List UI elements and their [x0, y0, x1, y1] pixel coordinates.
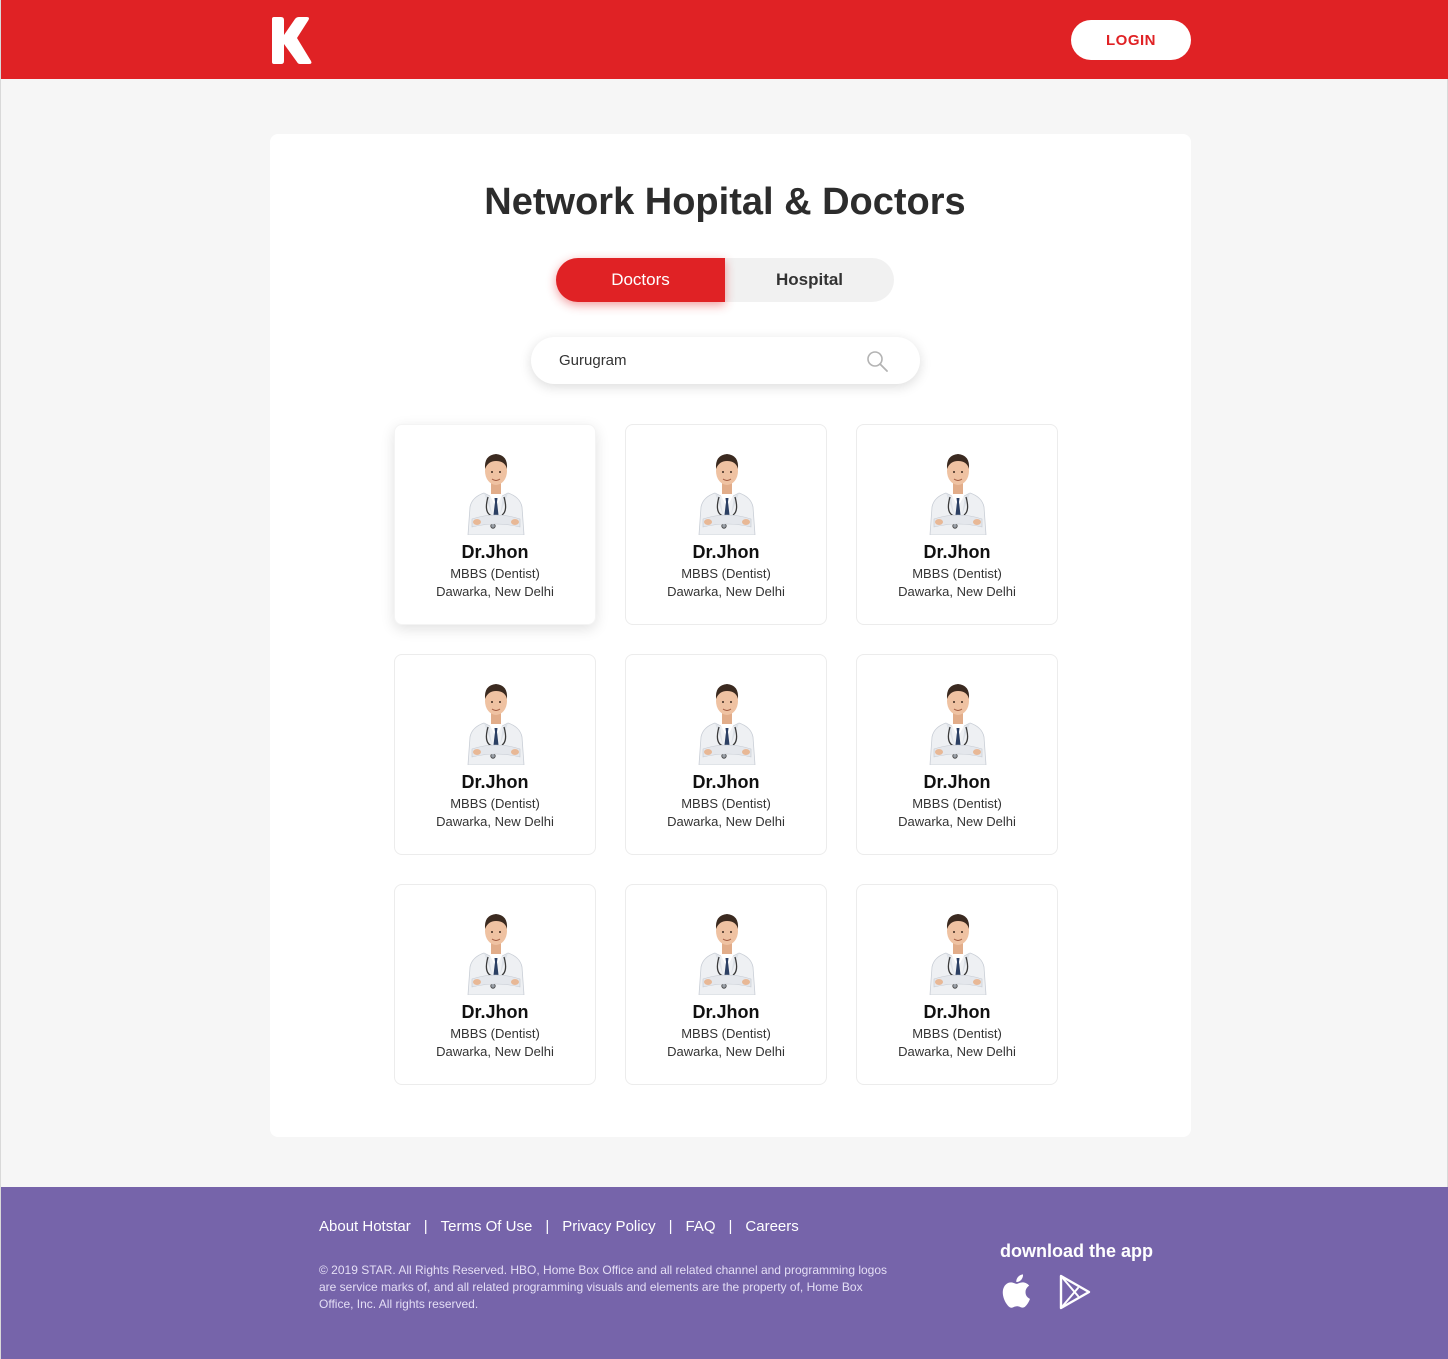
doctor-degree: MBBS (Dentist)	[450, 1026, 540, 1041]
footer-link-careers[interactable]: Careers	[745, 1218, 798, 1235]
doctor-photo	[467, 914, 525, 995]
search-box	[531, 337, 920, 384]
doctor-name: Dr.Jhon	[461, 1002, 529, 1022]
login-button[interactable]: LOGIN	[1071, 20, 1191, 60]
tab-doctors[interactable]: Doctors	[556, 258, 725, 302]
footer-separator: |	[545, 1218, 550, 1235]
footer-link-privacy[interactable]: Privacy Policy	[562, 1218, 655, 1235]
k-logo[interactable]: K	[271, 17, 313, 65]
doctor-name: Dr.Jhon	[923, 1002, 991, 1022]
doctor-degree: MBBS (Dentist)	[912, 1026, 1002, 1041]
search-input[interactable]	[559, 337, 859, 384]
doctor-name: Dr.Jhon	[461, 772, 529, 792]
doctor-name: Dr.Jhon	[692, 1002, 760, 1022]
doctor-location: Dawarka, New Delhi	[898, 1044, 1016, 1059]
doctor-location: Dawarka, New Delhi	[436, 1044, 554, 1059]
doctor-name: Dr.Jhon	[461, 542, 529, 562]
doctor-degree: MBBS (Dentist)	[450, 796, 540, 811]
doctor-card[interactable]: Dr.Jhon MBBS (Dentist) Dawarka, New Delhi	[625, 654, 827, 855]
doctor-location: Dawarka, New Delhi	[436, 584, 554, 599]
doctor-card[interactable]: Dr.Jhon MBBS (Dentist) Dawarka, New Delhi	[625, 884, 827, 1085]
download-app-title: download the app	[1000, 1241, 1153, 1261]
footer-links: About Hotstar | Terms Of Use | Privacy P…	[319, 1218, 799, 1235]
doctor-location: Dawarka, New Delhi	[667, 814, 785, 829]
doctor-location: Dawarka, New Delhi	[436, 814, 554, 829]
doctor-photo	[929, 454, 987, 535]
apple-icon[interactable]	[999, 1272, 1031, 1310]
doctor-photo	[698, 914, 756, 995]
doctor-card[interactable]: Dr.Jhon MBBS (Dentist) Dawarka, New Delhi	[394, 884, 596, 1085]
footer-link-terms[interactable]: Terms Of Use	[441, 1218, 533, 1235]
doctor-name: Dr.Jhon	[923, 772, 991, 792]
doctor-card[interactable]: Dr.Jhon MBBS (Dentist) Dawarka, New Delhi	[394, 424, 596, 625]
doctor-photo	[929, 684, 987, 765]
doctor-card[interactable]: Dr.Jhon MBBS (Dentist) Dawarka, New Delhi	[856, 654, 1058, 855]
doctor-card[interactable]: Dr.Jhon MBBS (Dentist) Dawarka, New Delhi	[856, 884, 1058, 1085]
doctor-name: Dr.Jhon	[692, 772, 760, 792]
doctor-card[interactable]: Dr.Jhon MBBS (Dentist) Dawarka, New Delhi	[394, 654, 596, 855]
doctor-card[interactable]: Dr.Jhon MBBS (Dentist) Dawarka, New Delhi	[856, 424, 1058, 625]
doctor-degree: MBBS (Dentist)	[681, 566, 771, 581]
doctor-photo	[929, 914, 987, 995]
doctor-degree: MBBS (Dentist)	[912, 566, 1002, 581]
footer-link-about[interactable]: About Hotstar	[319, 1218, 411, 1235]
copyright-text: © 2019 STAR. All Rights Reserved. HBO, H…	[319, 1263, 888, 1311]
footer-separator: |	[668, 1218, 673, 1235]
top-header	[1, 0, 1448, 79]
doctor-card[interactable]: Dr.Jhon MBBS (Dentist) Dawarka, New Delhi	[625, 424, 827, 625]
doctor-photo	[698, 684, 756, 765]
doctor-degree: MBBS (Dentist)	[681, 796, 771, 811]
google-play-icon[interactable]	[1058, 1274, 1092, 1310]
doctor-location: Dawarka, New Delhi	[898, 814, 1016, 829]
doctor-photo	[698, 454, 756, 535]
doctor-location: Dawarka, New Delhi	[667, 584, 785, 599]
footer-separator: |	[423, 1218, 428, 1235]
footer-link-faq[interactable]: FAQ	[685, 1218, 715, 1235]
doctor-photo	[467, 684, 525, 765]
doctor-degree: MBBS (Dentist)	[681, 1026, 771, 1041]
doctor-photo	[467, 454, 525, 535]
page-title: Network Hopital & Doctors	[484, 181, 966, 223]
footer-separator: |	[728, 1218, 733, 1235]
doctor-name: Dr.Jhon	[923, 542, 991, 562]
tab-hospital[interactable]: Hospital	[725, 258, 894, 302]
search-icon[interactable]	[866, 350, 888, 372]
doctor-location: Dawarka, New Delhi	[898, 584, 1016, 599]
doctor-location: Dawarka, New Delhi	[667, 1044, 785, 1059]
doctor-degree: MBBS (Dentist)	[450, 566, 540, 581]
doctor-name: Dr.Jhon	[692, 542, 760, 562]
doctor-degree: MBBS (Dentist)	[912, 796, 1002, 811]
tab-switcher: Doctors Hospital	[556, 258, 894, 302]
